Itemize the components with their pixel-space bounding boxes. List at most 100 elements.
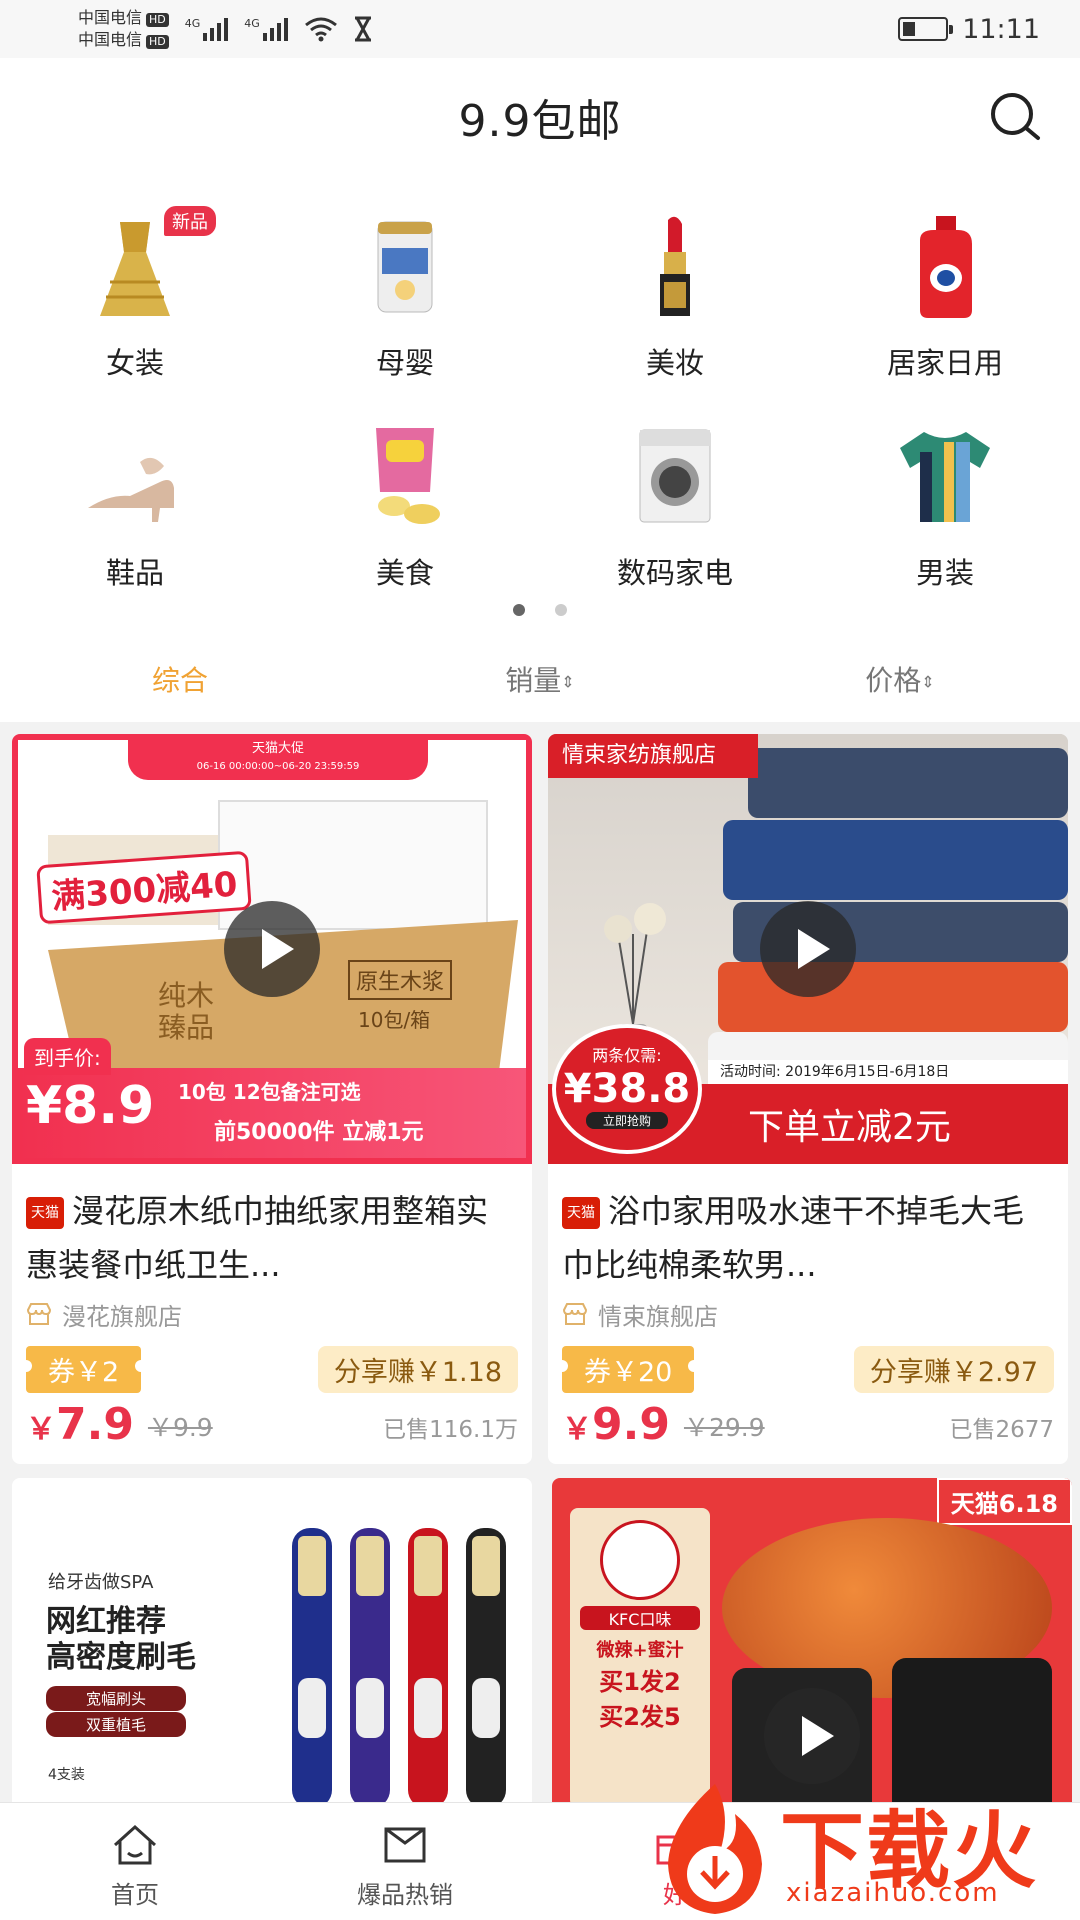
category-men[interactable]: 男装 bbox=[810, 422, 1080, 592]
promo-line: 前50000件 立减1元 bbox=[214, 1120, 424, 1145]
sort-arrow-icon: ⇕ bbox=[561, 672, 575, 692]
promo-line: 买2发5 bbox=[599, 1703, 681, 1731]
network-type: 4G bbox=[184, 17, 201, 30]
currency-symbol: ￥ bbox=[562, 1412, 592, 1447]
promo-store: 情束家纺旗舰店 bbox=[548, 734, 758, 778]
product-card[interactable]: 给牙齿做SPA 网红推荐 高密度刷毛 宽幅刷头 双重植毛 4支装 bbox=[12, 1478, 532, 1818]
flag-icon bbox=[384, 1827, 426, 1863]
sold-count: 已售116.1万 bbox=[383, 1417, 518, 1443]
promo-price-label: 到手价: bbox=[24, 1038, 111, 1075]
signal-icon: 4G bbox=[185, 17, 229, 41]
coupon-badge[interactable]: 券￥20 bbox=[555, 1346, 701, 1393]
category-label: 美食 bbox=[375, 556, 434, 590]
search-icon bbox=[991, 93, 1040, 140]
battery-icon bbox=[898, 17, 954, 41]
box-text: 原生木浆 bbox=[348, 960, 453, 1000]
status-right: 11:11 bbox=[898, 14, 1040, 45]
product-card[interactable]: 天猫大促 06-16 00:00:00~06-20 23:59:59 纯木臻品 … bbox=[12, 734, 532, 1464]
promo-count: 4支装 bbox=[48, 1767, 85, 1783]
shop-row[interactable]: 漫花旗舰店 bbox=[12, 1292, 532, 1336]
sort-tabs: 综合 销量⇕ 价格⇕ bbox=[0, 636, 1080, 722]
tab-hot-products[interactable]: 爆品热销 bbox=[270, 1803, 540, 1920]
sort-tab-overall[interactable]: 综合 bbox=[0, 659, 360, 699]
category-home[interactable]: 居家日用 bbox=[810, 212, 1080, 382]
sort-arrow-icon: ⇕ bbox=[921, 672, 935, 692]
price-row: ￥9.9 ￥29.9 已售2677 bbox=[548, 1393, 1068, 1450]
sort-tab-sales[interactable]: 销量⇕ bbox=[360, 659, 720, 699]
product-card[interactable]: 情束家纺旗舰店 活动时间: 2019年6月15日-6月18日 下单立减2元 两条… bbox=[548, 734, 1068, 1464]
promo-tag: 宽幅刷头 bbox=[46, 1686, 186, 1711]
wifi-icon bbox=[304, 17, 337, 42]
promo-date: 06-16 00:00:00~06-20 23:59:59 bbox=[196, 761, 360, 772]
snack-bag-icon bbox=[350, 422, 460, 532]
share-earn-button[interactable]: 分享赚￥2.97 bbox=[853, 1346, 1054, 1393]
tab-label: 首页 bbox=[111, 1881, 159, 1909]
product-grid: 天猫大促 06-16 00:00:00~06-20 23:59:59 纯木臻品 … bbox=[0, 722, 1080, 1818]
product-card[interactable]: 天猫6.18 KFC口味 微辣+蜜汁 买1发2 买2发5 bbox=[552, 1478, 1072, 1818]
price-value: 7.9 bbox=[56, 1399, 134, 1450]
high-heel-icon bbox=[80, 422, 190, 532]
dress-icon: 新品 bbox=[80, 206, 216, 322]
current-price: ￥9.9 bbox=[562, 1399, 670, 1450]
promo-price-label: 两条仅需: bbox=[592, 1046, 662, 1065]
fire-logo-icon bbox=[668, 1784, 762, 1914]
product-title-text: 浴巾家用吸水速干不掉毛大毛巾比纯棉柔软男... bbox=[562, 1192, 1025, 1284]
category-label: 数码家电 bbox=[616, 556, 733, 590]
page-header: 9.9包邮 bbox=[0, 58, 1080, 176]
sort-tab-price[interactable]: 价格⇕ bbox=[720, 659, 1080, 699]
signal-icon: 4G bbox=[244, 17, 288, 41]
promo-price: ¥8.9 bbox=[26, 1076, 155, 1136]
category-shoes[interactable]: 鞋品 bbox=[0, 422, 270, 592]
watermark: 下载火 xiazaihuo.com bbox=[640, 1774, 1080, 1920]
status-bar: 中国电信 HD 中国电信 HD 4G 4G 11:11 bbox=[0, 0, 1080, 58]
category-label: 母婴 bbox=[375, 346, 434, 380]
promo-main: 下单立减2元 bbox=[748, 1107, 951, 1148]
sort-tab-label: 价格 bbox=[865, 664, 922, 697]
product-title: 天猫 漫花原木纸巾抽纸家用整箱实惠装餐巾纸卫生... bbox=[12, 1164, 532, 1292]
category-makeup[interactable]: 美妆 bbox=[540, 212, 810, 382]
promo-line: 10包 12包备注可选 bbox=[178, 1080, 361, 1104]
towel bbox=[723, 820, 1068, 900]
product-title-text: 漫花原木纸巾抽纸家用整箱实惠装餐巾纸卫生... bbox=[26, 1192, 489, 1284]
store-icon bbox=[562, 1303, 588, 1325]
category-label: 美妆 bbox=[645, 346, 704, 380]
promo-top-text: 天猫大促 bbox=[251, 741, 304, 756]
store-icon bbox=[26, 1303, 52, 1325]
coupon-row: 券￥2 分享赚￥1.18 bbox=[12, 1336, 532, 1393]
play-icon[interactable] bbox=[224, 901, 320, 997]
category-baby[interactable]: 母婴 bbox=[270, 212, 540, 382]
product-image: 天猫6.18 KFC口味 微辣+蜜汁 买1发2 买2发5 bbox=[552, 1478, 1072, 1818]
towel bbox=[748, 748, 1068, 818]
promo-time: 活动时间: 2019年6月15日-6月18日 bbox=[708, 1060, 1068, 1084]
shop-row[interactable]: 情束旗舰店 bbox=[548, 1292, 1068, 1336]
category-food[interactable]: 美食 bbox=[270, 422, 540, 592]
share-earn-button[interactable]: 分享赚￥1.18 bbox=[317, 1346, 518, 1393]
category-grid: 新品 女装 母婴 美妆 居家日用 鞋品 美食 数码家电 男装 bbox=[0, 176, 1080, 636]
promo-brand: KFC口味 bbox=[580, 1606, 700, 1630]
hd-badge: HD bbox=[146, 13, 169, 27]
milk-powder-icon bbox=[350, 212, 460, 322]
category-women[interactable]: 新品 女装 bbox=[0, 206, 270, 382]
original-price: ￥9.9 bbox=[147, 1413, 213, 1442]
carrier-info: 中国电信 HD 中国电信 HD bbox=[78, 7, 169, 51]
product-image: 天猫大促 06-16 00:00:00~06-20 23:59:59 纯木臻品 … bbox=[12, 734, 532, 1164]
lipstick-icon bbox=[620, 212, 730, 322]
search-button[interactable] bbox=[986, 88, 1044, 146]
tab-home[interactable]: 首页 bbox=[0, 1803, 270, 1920]
sold-count: 已售2677 bbox=[949, 1417, 1054, 1443]
clock: 11:11 bbox=[962, 13, 1040, 45]
promo-tag: 双重植毛 bbox=[46, 1712, 186, 1737]
box-text: 10包/箱 bbox=[358, 1008, 431, 1032]
washing-machine-icon bbox=[620, 422, 730, 532]
new-badge: 新品 bbox=[164, 206, 216, 236]
detergent-bottle-icon bbox=[890, 212, 1000, 322]
play-icon[interactable] bbox=[760, 901, 856, 997]
category-digital[interactable]: 数码家电 bbox=[540, 422, 810, 592]
promo-line: 买1发2 bbox=[599, 1668, 681, 1696]
watermark-url: xiazaihuo.com bbox=[786, 1878, 1000, 1908]
coupon-badge[interactable]: 券￥2 bbox=[19, 1346, 148, 1393]
page-indicator bbox=[0, 604, 1080, 616]
play-icon[interactable] bbox=[764, 1688, 860, 1784]
toothbrush-group bbox=[292, 1528, 506, 1808]
sort-tab-label: 销量 bbox=[505, 664, 562, 697]
